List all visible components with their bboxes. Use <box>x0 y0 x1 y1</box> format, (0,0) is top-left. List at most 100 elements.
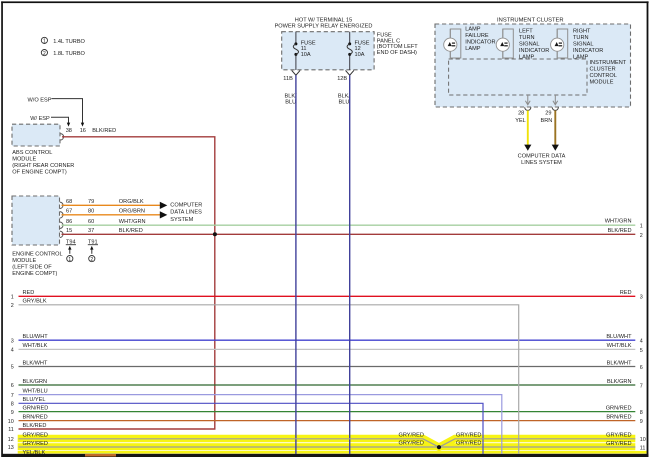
svg-text:11B: 11B <box>283 76 293 82</box>
svg-text:GRN/RED: GRN/RED <box>606 405 632 411</box>
svg-text:GRY/RED: GRY/RED <box>606 433 631 439</box>
svg-text:GRY/RED: GRY/RED <box>456 432 481 438</box>
svg-text:BLK/RED: BLK/RED <box>23 423 47 429</box>
svg-text:BLK/WHT: BLK/WHT <box>607 360 632 366</box>
svg-text:RED: RED <box>620 290 632 296</box>
svg-text:LINES SYSTEM: LINES SYSTEM <box>521 160 562 166</box>
svg-text:BRN/RED: BRN/RED <box>606 414 631 420</box>
svg-text:INDICATOR: INDICATOR <box>519 48 549 54</box>
svg-text:4: 4 <box>640 339 643 345</box>
svg-text:11: 11 <box>640 445 646 451</box>
svg-text:8: 8 <box>11 402 14 408</box>
svg-text:LAMP: LAMP <box>519 54 535 60</box>
svg-text:CONTROL: CONTROL <box>590 73 617 79</box>
svg-text:WHT/BLU: WHT/BLU <box>23 388 48 394</box>
svg-text:10: 10 <box>8 419 14 425</box>
svg-text:W/ ESP: W/ ESP <box>30 116 50 122</box>
svg-text:BLK/: BLK/ <box>285 93 298 99</box>
svg-text:ORG/BLK: ORG/BLK <box>119 199 144 205</box>
svg-text:37: 37 <box>88 228 94 234</box>
svg-text:INDICATOR: INDICATOR <box>573 48 603 54</box>
svg-text:BLU: BLU <box>339 99 350 105</box>
svg-text:10: 10 <box>640 437 646 443</box>
svg-text:WHT/GRN: WHT/GRN <box>605 219 632 225</box>
svg-text:COMPUTER DATA: COMPUTER DATA <box>518 154 566 160</box>
svg-text:SYSTEM: SYSTEM <box>170 217 193 223</box>
svg-text:END OF DASH): END OF DASH) <box>377 50 417 56</box>
svg-text:1.4L TURBO: 1.4L TURBO <box>53 39 85 45</box>
svg-text:(LEFT SIDE OF: (LEFT SIDE OF <box>12 264 52 270</box>
svg-text:CLUSTER: CLUSTER <box>590 66 616 72</box>
svg-text:BLK/: BLK/ <box>338 93 351 99</box>
svg-text:16: 16 <box>80 128 86 134</box>
svg-text:10A: 10A <box>355 52 365 58</box>
svg-text:MODULE: MODULE <box>12 156 36 162</box>
svg-text:13: 13 <box>8 445 14 451</box>
svg-text:YEL: YEL <box>515 118 526 124</box>
svg-text:BLK/RED: BLK/RED <box>92 128 116 134</box>
svg-text:WHT/BLK: WHT/BLK <box>607 343 632 349</box>
svg-text:OF ENGINE COMPT): OF ENGINE COMPT) <box>12 169 67 175</box>
svg-text:LAMP: LAMP <box>465 26 481 32</box>
svg-text:29: 29 <box>545 110 551 116</box>
svg-text:4: 4 <box>11 348 14 354</box>
svg-text:POWER SUPPLY RELAY ENERGIZED: POWER SUPPLY RELAY ENERGIZED <box>275 24 373 30</box>
svg-text:LAMP: LAMP <box>465 46 481 52</box>
svg-text:SIGNAL: SIGNAL <box>573 41 594 47</box>
svg-text:BLU/WHT: BLU/WHT <box>606 334 632 340</box>
svg-text:BLU/YEL: BLU/YEL <box>23 397 46 403</box>
svg-text:28: 28 <box>518 110 524 116</box>
svg-text:8: 8 <box>640 410 643 416</box>
svg-text:3: 3 <box>11 338 14 344</box>
svg-text:GRY/RED: GRY/RED <box>23 433 48 439</box>
svg-text:7: 7 <box>640 383 643 389</box>
svg-text:DATA LINES: DATA LINES <box>170 210 202 216</box>
svg-text:5: 5 <box>640 348 643 354</box>
svg-text:RIGHT: RIGHT <box>573 28 591 34</box>
svg-text:12B: 12B <box>337 76 347 82</box>
svg-text:GRY/RED: GRY/RED <box>23 441 48 447</box>
svg-text:TURN: TURN <box>573 35 589 41</box>
svg-text:2: 2 <box>43 51 46 57</box>
svg-text:67: 67 <box>66 209 72 215</box>
svg-text:FAILURE: FAILURE <box>465 33 489 39</box>
svg-text:COMPUTER: COMPUTER <box>170 202 202 208</box>
svg-text:ENGINE COMPT): ENGINE COMPT) <box>12 271 57 277</box>
svg-text:ORG/BRN: ORG/BRN <box>119 209 145 215</box>
svg-text:BRN: BRN <box>540 118 552 124</box>
svg-text:ENGINE CONTROL: ENGINE CONTROL <box>12 251 62 257</box>
svg-text:WHT/GRN: WHT/GRN <box>119 219 146 225</box>
svg-text:1: 1 <box>68 257 71 263</box>
svg-text:1: 1 <box>640 224 643 230</box>
svg-text:80: 80 <box>88 209 94 215</box>
svg-text:WHT/BLK: WHT/BLK <box>23 343 48 349</box>
svg-text:MODULE: MODULE <box>590 79 614 85</box>
svg-text:GRY/RED: GRY/RED <box>606 441 631 447</box>
svg-text:GRN/RED: GRN/RED <box>23 405 49 411</box>
svg-text:INSTRUMENT: INSTRUMENT <box>590 60 627 66</box>
svg-text:TURN: TURN <box>519 35 535 41</box>
svg-text:LAMP: LAMP <box>573 54 589 60</box>
svg-text:10A: 10A <box>301 52 311 58</box>
svg-text:YEL/BLK: YEL/BLK <box>23 450 46 456</box>
svg-text:GRY/RED: GRY/RED <box>399 432 424 438</box>
svg-text:12: 12 <box>8 437 14 443</box>
svg-text:(RIGHT REAR CORNER: (RIGHT REAR CORNER <box>12 163 74 169</box>
svg-text:5: 5 <box>11 365 14 371</box>
svg-text:38: 38 <box>66 128 72 134</box>
svg-text:2: 2 <box>11 303 14 309</box>
svg-text:INDICATOR: INDICATOR <box>465 39 495 45</box>
svg-text:9: 9 <box>11 410 14 416</box>
svg-text:15: 15 <box>66 228 72 234</box>
svg-text:RED: RED <box>23 290 35 296</box>
svg-text:W/O ESP: W/O ESP <box>28 97 52 103</box>
svg-text:BRN/RED: BRN/RED <box>23 414 48 420</box>
svg-text:86: 86 <box>66 219 72 225</box>
svg-text:1: 1 <box>43 39 46 45</box>
svg-text:BLK/RED: BLK/RED <box>608 228 632 234</box>
svg-text:6: 6 <box>11 383 14 389</box>
svg-text:60: 60 <box>88 219 94 225</box>
svg-text:LEFT: LEFT <box>519 28 533 34</box>
svg-text:11: 11 <box>8 427 14 433</box>
svg-text:BLK/WHT: BLK/WHT <box>23 360 48 366</box>
